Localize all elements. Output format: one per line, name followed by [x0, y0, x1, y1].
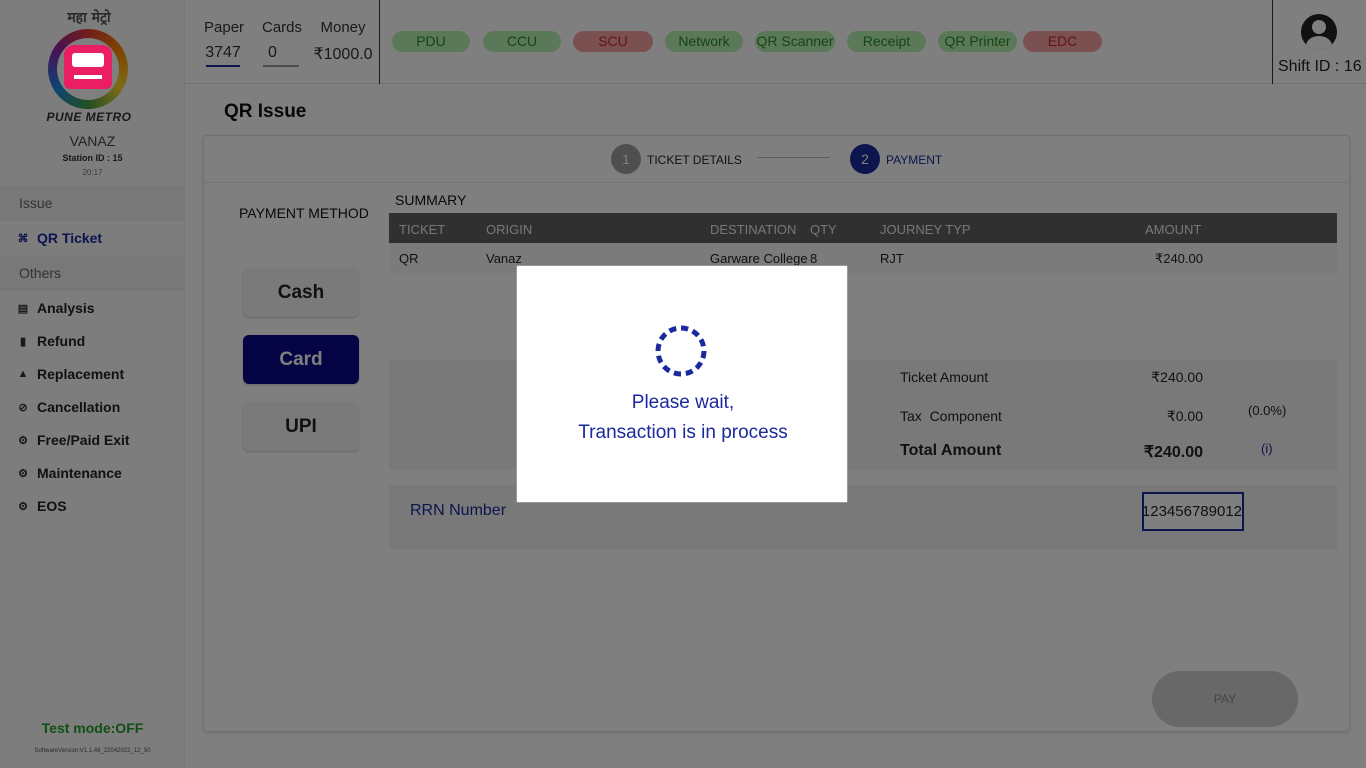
spinner-segment — [668, 326, 677, 334]
spinner-segment — [698, 338, 706, 347]
spinner-segment — [700, 350, 707, 359]
spinner-segment — [694, 361, 704, 370]
processing-dialog: Please wait, Transaction is in process — [516, 265, 848, 503]
spinner-segment — [662, 364, 671, 374]
spinner-segment — [680, 325, 689, 332]
spinner-segment — [656, 355, 664, 364]
wait-message: Please wait, — [631, 392, 735, 413]
spinner-segment — [673, 370, 682, 377]
spinner-segment — [655, 343, 662, 352]
spinner-segment — [685, 368, 694, 376]
spinner-segment — [691, 328, 700, 338]
loading-spinner-icon — [655, 325, 707, 377]
spinner-segment — [658, 332, 668, 341]
process-message: Transaction is in process — [578, 422, 788, 443]
metro-train-icon — [64, 45, 112, 89]
